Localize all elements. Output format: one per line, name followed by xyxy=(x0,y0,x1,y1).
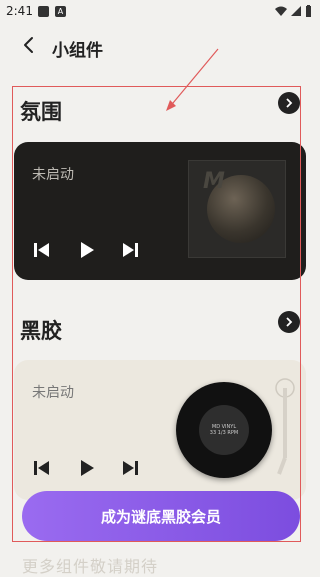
previous-icon[interactable] xyxy=(32,458,52,478)
membership-button[interactable]: 成为谜底黑胶会员 xyxy=(22,491,300,541)
status-time: 2:41 xyxy=(6,4,33,18)
annotation-arrow-icon xyxy=(166,48,219,111)
page-title: 小组件 xyxy=(52,41,103,61)
ambience-thumbnail: M xyxy=(188,160,286,258)
bottom-hint-text: 更多组件敬请期待 xyxy=(22,557,159,576)
system-icons xyxy=(275,5,312,17)
record-label-line2: 33 1/3 RPM xyxy=(209,430,239,436)
previous-icon[interactable] xyxy=(32,240,52,260)
status-bar: 2:41 A xyxy=(0,0,320,24)
play-icon[interactable] xyxy=(76,458,96,478)
notification-icons: A xyxy=(38,6,66,17)
section-title-vinyl: 黑胶 xyxy=(20,319,62,343)
chevron-right-icon xyxy=(286,317,293,327)
ambience-widget-card[interactable]: 未启动 M xyxy=(14,142,306,280)
vinyl-more-button[interactable] xyxy=(278,311,300,333)
thumbnail-mark: M xyxy=(203,169,225,194)
play-icon[interactable] xyxy=(76,240,96,260)
section-title-ambience: 氛围 xyxy=(20,100,62,124)
vinyl-controls xyxy=(32,458,140,478)
ambience-controls xyxy=(32,240,140,260)
app-notification-icon: A xyxy=(55,6,66,17)
back-arrow-icon[interactable] xyxy=(20,36,38,54)
next-icon[interactable] xyxy=(120,240,140,260)
vinyl-widget-card[interactable]: 未启动 MD VINYL 33 1/3 RPM xyxy=(14,360,306,500)
ambience-status: 未启动 xyxy=(32,167,74,183)
wifi-icon xyxy=(275,6,287,16)
vinyl-record-icon: MD VINYL 33 1/3 RPM xyxy=(176,382,272,478)
next-icon[interactable] xyxy=(120,458,140,478)
signal-icon xyxy=(291,6,301,16)
chevron-right-icon xyxy=(286,98,293,108)
tonearm-icon xyxy=(275,378,295,475)
record-label: MD VINYL 33 1/3 RPM xyxy=(199,405,249,455)
battery-icon xyxy=(306,5,311,17)
notification-icon xyxy=(38,6,49,17)
vinyl-status: 未启动 xyxy=(32,385,74,401)
ambience-more-button[interactable] xyxy=(278,92,300,114)
